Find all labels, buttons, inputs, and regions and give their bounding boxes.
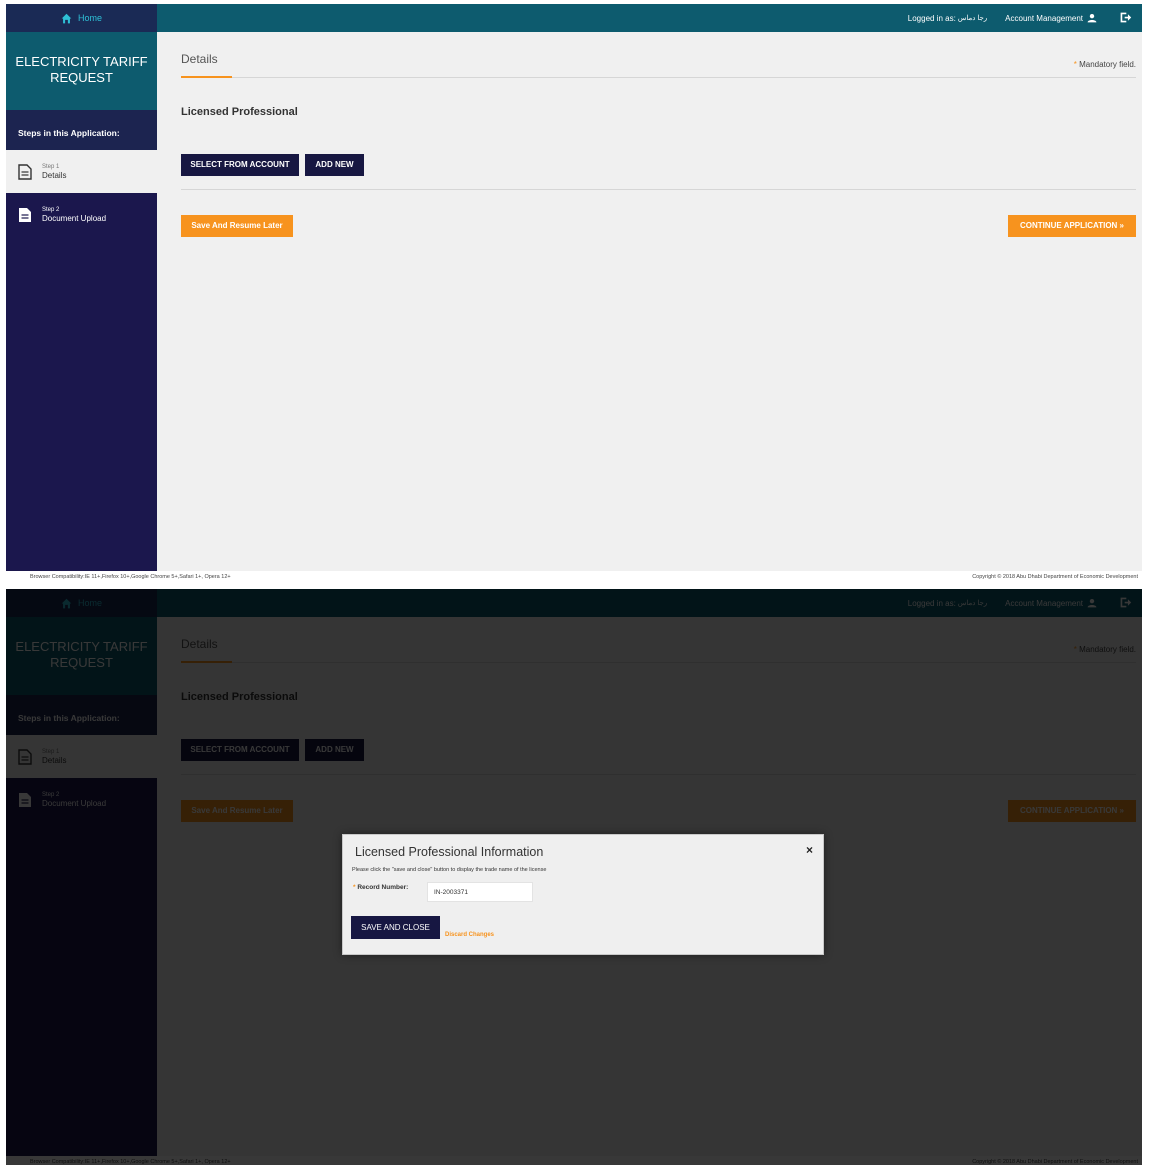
home-icon xyxy=(61,13,72,23)
logout-button[interactable] xyxy=(1119,11,1132,26)
record-number-label: * Record Number: xyxy=(353,884,409,891)
select-from-account-button[interactable]: SELECT FROM ACCOUNT xyxy=(181,154,299,176)
step-name: Details xyxy=(42,170,67,180)
licensed-professional-dialog: Licensed Professional Information × Plea… xyxy=(342,834,824,955)
step-number: Step 1 xyxy=(42,163,60,170)
section-title: Licensed Professional xyxy=(181,106,298,118)
app-title: ELECTRICITY TARIFF REQUEST xyxy=(6,32,157,110)
sidebar-step-document-upload[interactable]: Step 2 Document Upload xyxy=(6,193,157,236)
save-and-close-button[interactable]: SAVE AND CLOSE xyxy=(351,916,440,939)
record-number-label-text: Record Number: xyxy=(357,884,409,891)
dialog-instruction: Please click the "save and close" button… xyxy=(352,867,547,873)
mandatory-note: * Mandatory field. xyxy=(1073,60,1136,69)
top-right-menu: Logged in as: رجا دماس Account Managemen… xyxy=(908,4,1132,32)
add-new-button[interactable]: ADD NEW xyxy=(305,154,364,176)
mandatory-note-text: Mandatory field. xyxy=(1079,60,1136,69)
home-label: Home xyxy=(77,13,102,23)
document-icon xyxy=(19,207,31,222)
step-number: Step 2 xyxy=(42,206,60,213)
logged-in-user: رجا دماس xyxy=(957,15,988,22)
tab-details[interactable]: Details xyxy=(181,52,232,78)
sidebar: ELECTRICITY TARIFF REQUEST Steps in this… xyxy=(6,32,157,571)
screenshot-before-dialog: Home Logged in as: رجا دماس Account Mana… xyxy=(6,4,1142,584)
screenshot-with-dialog: Home Logged in as: رجا دماس Account Mana… xyxy=(6,589,1142,1165)
user-icon xyxy=(1087,13,1097,23)
divider xyxy=(181,189,1136,190)
tab-row: Details * Mandatory field. xyxy=(181,32,1136,78)
logout-icon xyxy=(1120,12,1132,22)
step-name: Document Upload xyxy=(42,213,107,223)
save-resume-later-button[interactable]: Save And Resume Later xyxy=(181,215,293,237)
account-management-link[interactable]: Account Management xyxy=(1005,13,1097,23)
document-icon xyxy=(18,163,32,180)
footer: Browser Compatibility:IE 11+,Firefox 10+… xyxy=(6,571,1142,584)
copyright: Copyright © 2018 Abu Dhabi Department of… xyxy=(972,574,1138,580)
browser-compatibility: Browser Compatibility:IE 11+,Firefox 10+… xyxy=(30,574,231,580)
steps-heading: Steps in this Application: xyxy=(6,110,157,150)
sidebar-step-details[interactable]: Step 1 Details xyxy=(6,150,157,193)
step-text: Step 1 Details xyxy=(42,163,66,181)
main-content: Details * Mandatory field. Licensed Prof… xyxy=(157,32,1142,571)
continue-application-button[interactable]: CONTINUE APPLICATION » xyxy=(1008,215,1136,237)
top-bar: Home Logged in as: رجا دماس Account Mana… xyxy=(6,4,1142,32)
account-management-label: Account Management xyxy=(1005,13,1083,23)
dialog-title: Licensed Professional Information xyxy=(355,845,544,859)
home-link[interactable]: Home xyxy=(6,4,157,32)
step-text: Step 2 Document Upload xyxy=(42,206,106,224)
record-number-input[interactable] xyxy=(427,882,533,902)
discard-changes-link[interactable]: Discard Changes xyxy=(445,932,494,938)
logged-in-label: Logged in as: xyxy=(907,13,956,23)
close-button[interactable]: × xyxy=(806,843,813,857)
